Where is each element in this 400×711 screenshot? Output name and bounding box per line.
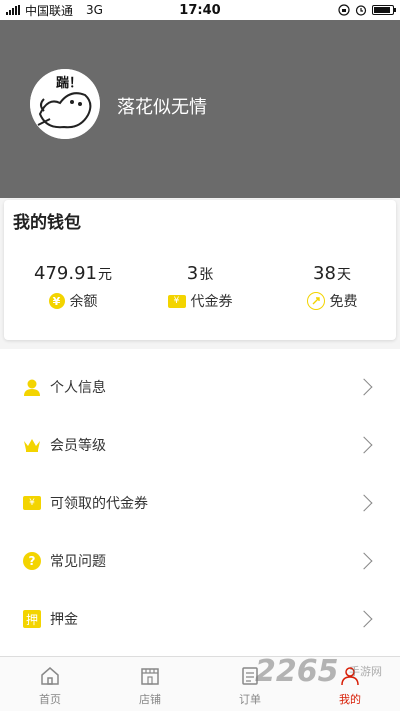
home-icon xyxy=(39,665,61,687)
battery-icon xyxy=(372,5,396,15)
menu-item-label: 个人信息 xyxy=(50,380,106,396)
voucher-ticket-icon: ¥ xyxy=(167,294,186,308)
status-left: 中国联通 3G xyxy=(6,2,156,19)
status-time: 17:40 xyxy=(179,2,221,18)
vouchers-label-row: ¥ 代金券 xyxy=(135,291,265,311)
deposit-icon: 押 xyxy=(23,610,41,628)
menu-item-label: 可领取的代金券 xyxy=(50,496,148,512)
wallet-title: 我的钱包 xyxy=(13,213,81,233)
tab-shop[interactable]: 店铺 xyxy=(100,657,200,711)
profile-header: 踹！ 落花似无情 xyxy=(0,20,400,198)
tab-label: 首页 xyxy=(39,693,61,706)
wallet-free[interactable]: 38天 免费 xyxy=(267,263,397,311)
vouchers-label: 代金券 xyxy=(190,294,233,310)
person-icon xyxy=(23,378,41,396)
balance-value: 479.91 xyxy=(34,263,97,284)
tab-label: 店铺 xyxy=(139,693,161,706)
menu-item-deposit[interactable]: 押 押金 xyxy=(0,590,400,648)
shop-icon xyxy=(139,665,161,687)
free-days-icon xyxy=(306,292,325,310)
menu-item-label: 会员等级 xyxy=(50,438,106,454)
vouchers-value-row: 3张 xyxy=(135,263,265,287)
chevron-right-icon xyxy=(355,494,373,512)
free-label-row: 免费 xyxy=(267,291,397,311)
chevron-right-icon xyxy=(355,552,373,570)
username[interactable]: 落花似无情 xyxy=(117,93,207,119)
status-bar: 中国联通 3G 17:40 xyxy=(0,0,400,20)
question-icon-glyph: ? xyxy=(23,552,41,570)
menu-item-membership-level[interactable]: 会员等级 xyxy=(0,416,400,474)
question-icon: ? xyxy=(23,552,41,570)
avatar-caption: 踹！ xyxy=(56,75,82,91)
menu-item-claimable-vouchers[interactable]: ¥ 可领取的代金券 xyxy=(0,474,400,532)
free-value: 38 xyxy=(313,263,336,284)
carrier-label: 中国联通 xyxy=(25,3,74,18)
chevron-right-icon xyxy=(355,436,373,454)
yen-circle-icon: ¥ xyxy=(48,293,65,309)
balance-unit: 元 xyxy=(97,267,112,283)
status-right xyxy=(244,4,396,16)
menu-item-label: 常见问题 xyxy=(50,554,106,570)
lock-rotation-icon xyxy=(338,4,350,16)
balance-label-row: ¥ 余额 xyxy=(8,291,138,311)
alarm-icon xyxy=(355,5,367,16)
chevron-right-icon xyxy=(355,610,373,628)
wallet-vouchers[interactable]: 3张 ¥ 代金券 xyxy=(135,263,265,311)
voucher-icon-glyph: ¥ xyxy=(23,496,41,510)
free-unit: 天 xyxy=(336,267,351,283)
chevron-right-icon xyxy=(355,378,373,396)
wallet-balance[interactable]: 479.91元 ¥ 余额 xyxy=(8,263,138,311)
free-label: 免费 xyxy=(329,294,358,310)
avatar-image: 踹！ xyxy=(30,69,100,139)
avatar[interactable]: 踹！ xyxy=(30,69,100,139)
vouchers-unit: 张 xyxy=(199,267,214,283)
tab-bar: 首页 店铺 订单 我的 xyxy=(0,656,400,711)
signal-icon xyxy=(6,5,20,15)
watermark-subtitle: 手游网 xyxy=(349,665,382,678)
vouchers-value: 3 xyxy=(186,263,199,284)
network-label: 3G xyxy=(86,3,103,17)
tab-home[interactable]: 首页 xyxy=(0,657,100,711)
free-value-row: 38天 xyxy=(267,263,397,287)
balance-label: 余额 xyxy=(69,294,98,310)
menu-item-faq[interactable]: ? 常见问题 xyxy=(0,532,400,590)
menu-item-label: 押金 xyxy=(50,612,78,628)
battery-fill xyxy=(374,7,390,13)
balance-value-row: 479.91元 xyxy=(8,263,138,287)
tab-label: 订单 xyxy=(239,693,261,706)
watermark-logo: 2265 xyxy=(255,654,339,689)
tab-label: 我的 xyxy=(339,693,361,706)
menu-list: 个人信息 会员等级 ¥ 可领取的代金券 ? 常见问题 押 押金 xyxy=(0,349,400,656)
wallet-card: 我的钱包 479.91元 ¥ 余额 3张 ¥ 代金券 38天 免费 xyxy=(4,200,396,340)
voucher-icon: ¥ xyxy=(23,494,41,512)
deposit-icon-glyph: 押 xyxy=(23,610,41,628)
menu-item-personal-info[interactable]: 个人信息 xyxy=(0,358,400,416)
crown-icon xyxy=(23,436,41,454)
